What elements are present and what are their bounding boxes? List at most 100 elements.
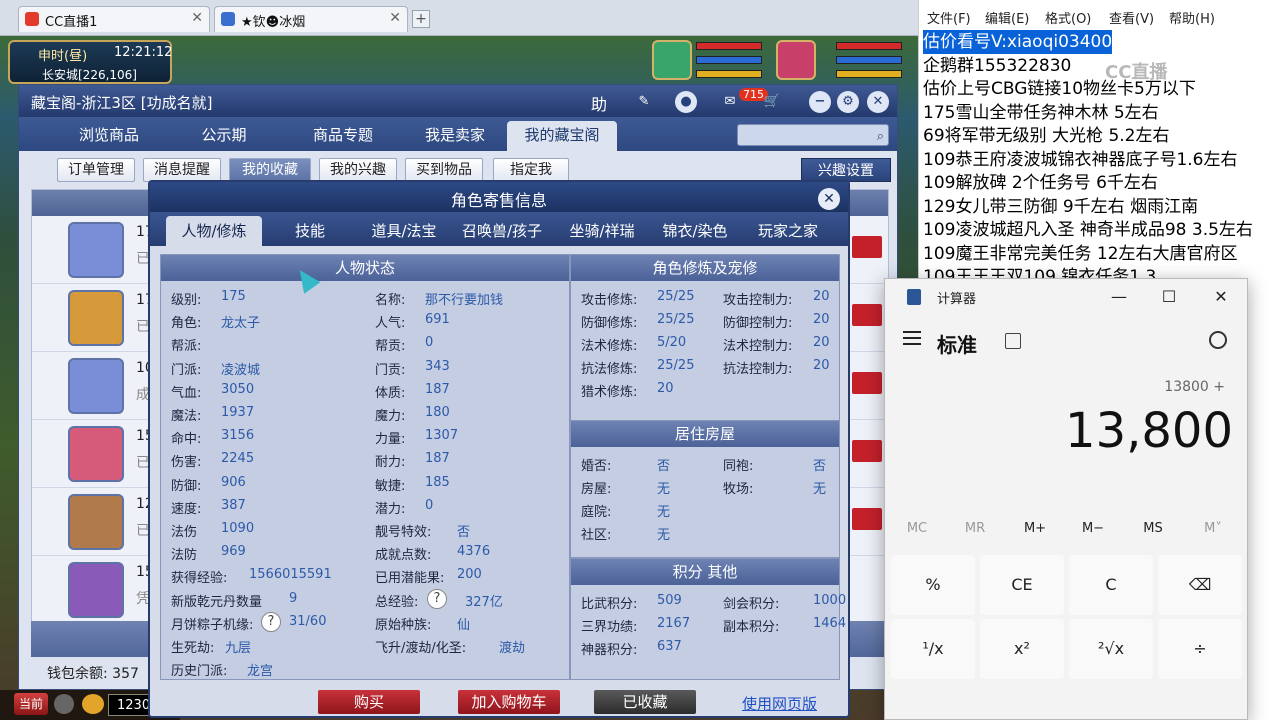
tab-orders[interactable]: 订单管理	[57, 158, 135, 182]
tab-pets[interactable]: 召唤兽/孩子	[452, 216, 552, 246]
character-avatar	[68, 358, 124, 414]
tab-home[interactable]: 玩家之家	[742, 216, 834, 246]
tab-outfits[interactable]: 锦衣/染色	[650, 216, 740, 246]
stat-label: 庭院:	[581, 505, 612, 520]
menu-help[interactable]: 帮助(H)	[1169, 8, 1215, 27]
stat-label: 伤害:	[171, 455, 202, 471]
stat-value: 2245	[221, 451, 255, 467]
minimize-icon[interactable]: —	[1107, 285, 1131, 309]
emoji-icon[interactable]	[82, 694, 104, 714]
memory-clear-button[interactable]: MC	[891, 517, 943, 541]
tab-character[interactable]: 人物/修炼	[166, 216, 262, 246]
help-icon[interactable]: ?	[261, 611, 281, 632]
web-version-link[interactable]: 使用网页版	[742, 693, 817, 714]
stat-label: 神器积分:	[581, 643, 638, 658]
tab-skills[interactable]: 技能	[268, 216, 352, 246]
divide-key[interactable]: ÷	[1158, 619, 1242, 679]
buy-button[interactable]: 购买	[318, 690, 420, 714]
tab-messages[interactable]: 消息提醒	[143, 158, 221, 182]
tab-interests[interactable]: 我的兴趣	[319, 158, 397, 182]
stat-label: 靓号特效:	[375, 525, 432, 540]
tab-seller[interactable]: 我是卖家	[405, 121, 505, 151]
keep-on-top-icon[interactable]	[1005, 333, 1021, 349]
list-item-action-button[interactable]	[852, 372, 882, 394]
browser-tab-cc-live[interactable]: CC直播1 ✕	[18, 6, 210, 32]
memory-list-button[interactable]: M˅	[1187, 517, 1239, 541]
list-item-action-button[interactable]	[852, 440, 882, 462]
tab-bought[interactable]: 买到物品	[405, 158, 483, 182]
menu-edit[interactable]: 编辑(E)	[985, 8, 1029, 27]
percent-key[interactable]: %	[891, 555, 975, 615]
clear-key[interactable]: C	[1069, 555, 1153, 615]
close-icon[interactable]: ✕	[867, 91, 889, 113]
menu-format[interactable]: 格式(O)	[1045, 8, 1091, 27]
help-icon[interactable]: ?	[427, 588, 447, 609]
list-item-action-button[interactable]	[852, 236, 882, 258]
list-item-action-button[interactable]	[852, 304, 882, 326]
tab-browse[interactable]: 浏览商品	[59, 121, 159, 151]
microphone-icon[interactable]	[54, 694, 74, 714]
maximize-icon[interactable]: ☐	[1157, 285, 1181, 309]
help-button[interactable]: 助	[591, 91, 613, 115]
stat-label: 帮派:	[171, 339, 202, 355]
tab-items[interactable]: 道具/法宝	[358, 216, 450, 246]
stat-value: 180	[425, 405, 450, 420]
search-icon[interactable]: ⌕	[877, 127, 884, 147]
calculator-display: 13,800	[1065, 403, 1233, 459]
pet-avatar[interactable]	[652, 40, 692, 80]
cbg-title: 藏宝阁-浙江3区 [功成名就]	[31, 94, 213, 112]
stat-value: 31/60	[289, 613, 327, 629]
backspace-key[interactable]: ⌫	[1158, 555, 1242, 615]
minimize-icon[interactable]: −	[809, 91, 831, 113]
stat-value: 仙	[457, 617, 471, 633]
stat-value: 0	[425, 335, 434, 351]
stat-value: 否	[657, 459, 671, 474]
stat-label: 级别:	[171, 293, 202, 308]
new-tab-button[interactable]: +	[412, 10, 430, 28]
browser-tab-game[interactable]: ★钦☻冰烟 ✕	[214, 6, 408, 32]
cart-icon[interactable]: 🛒	[761, 91, 783, 113]
close-tab-icon[interactable]: ✕	[191, 10, 203, 26]
stat-value: 200	[457, 567, 482, 583]
stat-label: 门派:	[171, 362, 202, 378]
hamburger-menu-icon[interactable]	[903, 331, 921, 345]
memory-recall-button[interactable]: MR	[949, 517, 1001, 541]
history-icon[interactable]	[1209, 331, 1227, 349]
tab-favorites[interactable]: 我的收藏	[229, 158, 311, 182]
square-root-key[interactable]: ²√x	[1069, 619, 1153, 679]
settings-icon[interactable]: ⚙	[837, 91, 859, 113]
reciprocal-key[interactable]: ¹/x	[891, 619, 975, 679]
tab-topics[interactable]: 商品专题	[291, 121, 395, 151]
memory-add-button[interactable]: M+	[1009, 517, 1061, 541]
tab-my-cbg[interactable]: 我的藏宝阁	[507, 121, 617, 151]
stat-label: 防御控制力:	[723, 316, 793, 331]
menu-file[interactable]: 文件(F)	[927, 8, 971, 27]
search-input[interactable]: ⌕	[737, 124, 889, 146]
tab-public[interactable]: 公示期	[179, 121, 269, 151]
stat-value: 3050	[221, 381, 255, 397]
character-avatar	[68, 290, 124, 346]
tab-designated[interactable]: 指定我	[493, 158, 569, 182]
dialog-titlebar: 角色寄售信息 ✕	[150, 182, 848, 212]
stat-value: 185	[425, 474, 450, 490]
edit-icon[interactable]: ✎	[633, 91, 655, 113]
add-to-cart-button[interactable]: 加入购物车	[458, 690, 560, 714]
close-tab-icon[interactable]: ✕	[389, 10, 401, 26]
record-icon[interactable]: ●	[675, 91, 697, 113]
player-avatar[interactable]	[776, 40, 816, 80]
calculator-expression: 13800 +	[1164, 379, 1225, 395]
favorited-button[interactable]: 已收藏	[594, 690, 696, 714]
list-item-action-button[interactable]	[852, 508, 882, 530]
memory-subtract-button[interactable]: M−	[1067, 517, 1119, 541]
close-icon[interactable]: ✕	[1209, 285, 1233, 309]
stat-value: 187	[425, 451, 450, 467]
clear-entry-key[interactable]: CE	[980, 555, 1064, 615]
tab-mounts[interactable]: 坐骑/祥瑞	[554, 216, 650, 246]
menu-view[interactable]: 查看(V)	[1109, 8, 1154, 27]
interest-settings-button[interactable]: 兴趣设置	[801, 158, 891, 182]
channel-current-button[interactable]: 当前	[14, 693, 48, 715]
memory-store-button[interactable]: MS	[1127, 517, 1179, 541]
close-icon[interactable]: ✕	[818, 188, 840, 210]
message-icon[interactable]: ✉	[719, 91, 741, 113]
square-key[interactable]: x²	[980, 619, 1064, 679]
